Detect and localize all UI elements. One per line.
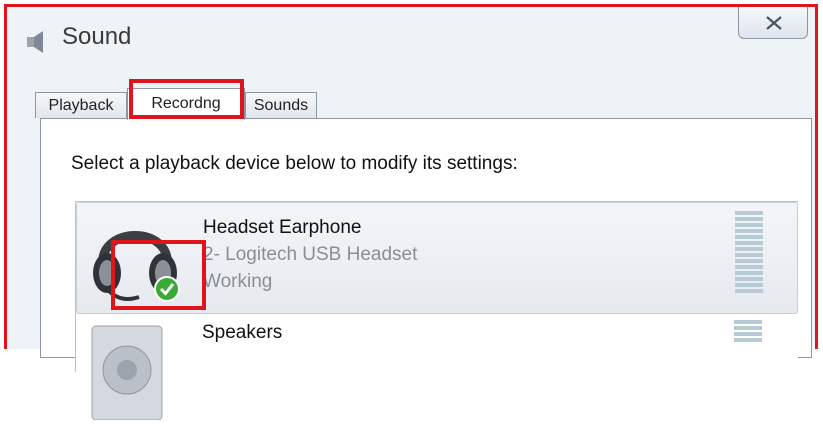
device-name: Speakers <box>202 322 283 343</box>
device-status: Working <box>203 271 273 292</box>
window-title: Sound <box>62 23 132 50</box>
status-badge-highlight-box <box>111 240 206 310</box>
playback-panel: Select a playback device below to modify… <box>40 118 812 420</box>
speaker-device-icon <box>91 325 163 420</box>
tab-playback[interactable]: Playback <box>35 92 127 118</box>
level-meter <box>734 320 762 344</box>
tab-sounds[interactable]: Sounds <box>245 92 317 118</box>
device-row-speakers[interactable]: Speakers <box>76 320 798 430</box>
instruction-text: Select a playback device below to modify… <box>71 153 518 174</box>
device-name: Headset Earphone <box>203 217 362 238</box>
close-button[interactable] <box>738 7 808 39</box>
speaker-icon <box>27 31 43 53</box>
close-icon <box>766 16 782 30</box>
device-description: 2- Logitech USB Headset <box>203 244 418 265</box>
level-meter <box>735 211 763 295</box>
tab-sounds-label: Sounds <box>253 97 309 114</box>
title-bar: Sound <box>7 7 815 71</box>
tab-highlight-box <box>129 79 244 119</box>
tab-playback-label: Playback <box>48 97 114 114</box>
